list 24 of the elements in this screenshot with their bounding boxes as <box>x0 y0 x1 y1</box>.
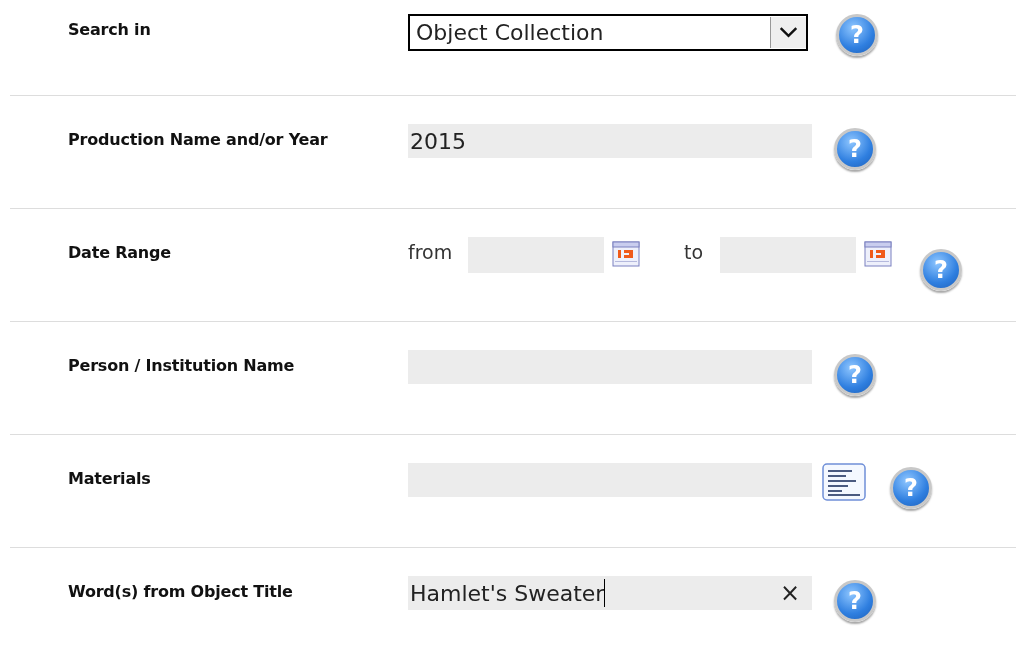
help-button[interactable]: ? <box>834 128 876 170</box>
field-label: Production Name and/or Year <box>68 129 329 151</box>
field-label: Word(s) from Object Title <box>68 581 294 603</box>
from-label: from <box>408 240 454 265</box>
field-label: Date Range <box>68 242 172 264</box>
to-label: to <box>684 240 705 265</box>
field-label: Materials <box>68 468 152 490</box>
field-value: 2015 <box>410 127 466 156</box>
help-button[interactable]: ? <box>890 467 932 509</box>
help-button[interactable]: ? <box>834 354 876 396</box>
field-label: Person / Institution Name <box>68 355 296 377</box>
help-button[interactable]: ? <box>920 249 962 291</box>
list-icon[interactable] <box>822 463 866 501</box>
help-button[interactable]: ? <box>836 14 878 56</box>
clear-button[interactable]: × <box>779 581 800 605</box>
chevron-down-icon <box>770 17 806 48</box>
text-field[interactable]: 2015 <box>408 124 812 158</box>
help-button[interactable]: ? <box>834 580 876 622</box>
collection-select[interactable]: Object Collection <box>408 14 808 51</box>
field-label: Search in <box>68 19 152 41</box>
field-value: Hamlet's Sweater <box>410 579 605 608</box>
calendar-icon[interactable] <box>864 239 892 267</box>
text-field[interactable]: Hamlet's Sweater × <box>408 576 812 610</box>
calendar-icon[interactable] <box>612 239 640 267</box>
